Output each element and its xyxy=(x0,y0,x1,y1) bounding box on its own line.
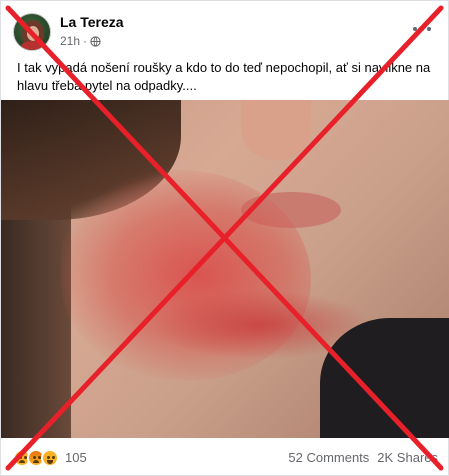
author-avatar[interactable] xyxy=(13,13,51,51)
post-header: La Tereza 21h · xyxy=(13,13,438,53)
post-meta: 21h · xyxy=(60,34,101,48)
photo-nose xyxy=(241,100,311,160)
post-time[interactable]: 21h xyxy=(60,34,80,48)
haha-reaction-icon xyxy=(41,448,59,467)
post-footer: 105 52 Comments 2K Shares xyxy=(1,438,449,476)
comments-count[interactable]: 52 Comments xyxy=(288,450,369,465)
reaction-summary[interactable]: 105 xyxy=(13,448,87,467)
engagement-stats: 52 Comments 2K Shares xyxy=(288,450,438,465)
facebook-post: La Tereza 21h · I tak vypadá nošení rouš… xyxy=(0,0,449,476)
more-options-icon[interactable] xyxy=(410,19,434,39)
post-photo[interactable] xyxy=(1,100,449,438)
author-name[interactable]: La Tereza xyxy=(60,14,124,30)
avatar-face xyxy=(27,26,39,41)
reaction-count: 105 xyxy=(65,450,87,465)
avatar-shirt xyxy=(20,41,46,50)
shares-count[interactable]: 2K Shares xyxy=(377,450,438,465)
globe-icon xyxy=(90,35,101,47)
post-caption: I tak vypadá nošení roušky a kdo to do t… xyxy=(17,60,431,93)
meta-separator: · xyxy=(83,34,88,48)
